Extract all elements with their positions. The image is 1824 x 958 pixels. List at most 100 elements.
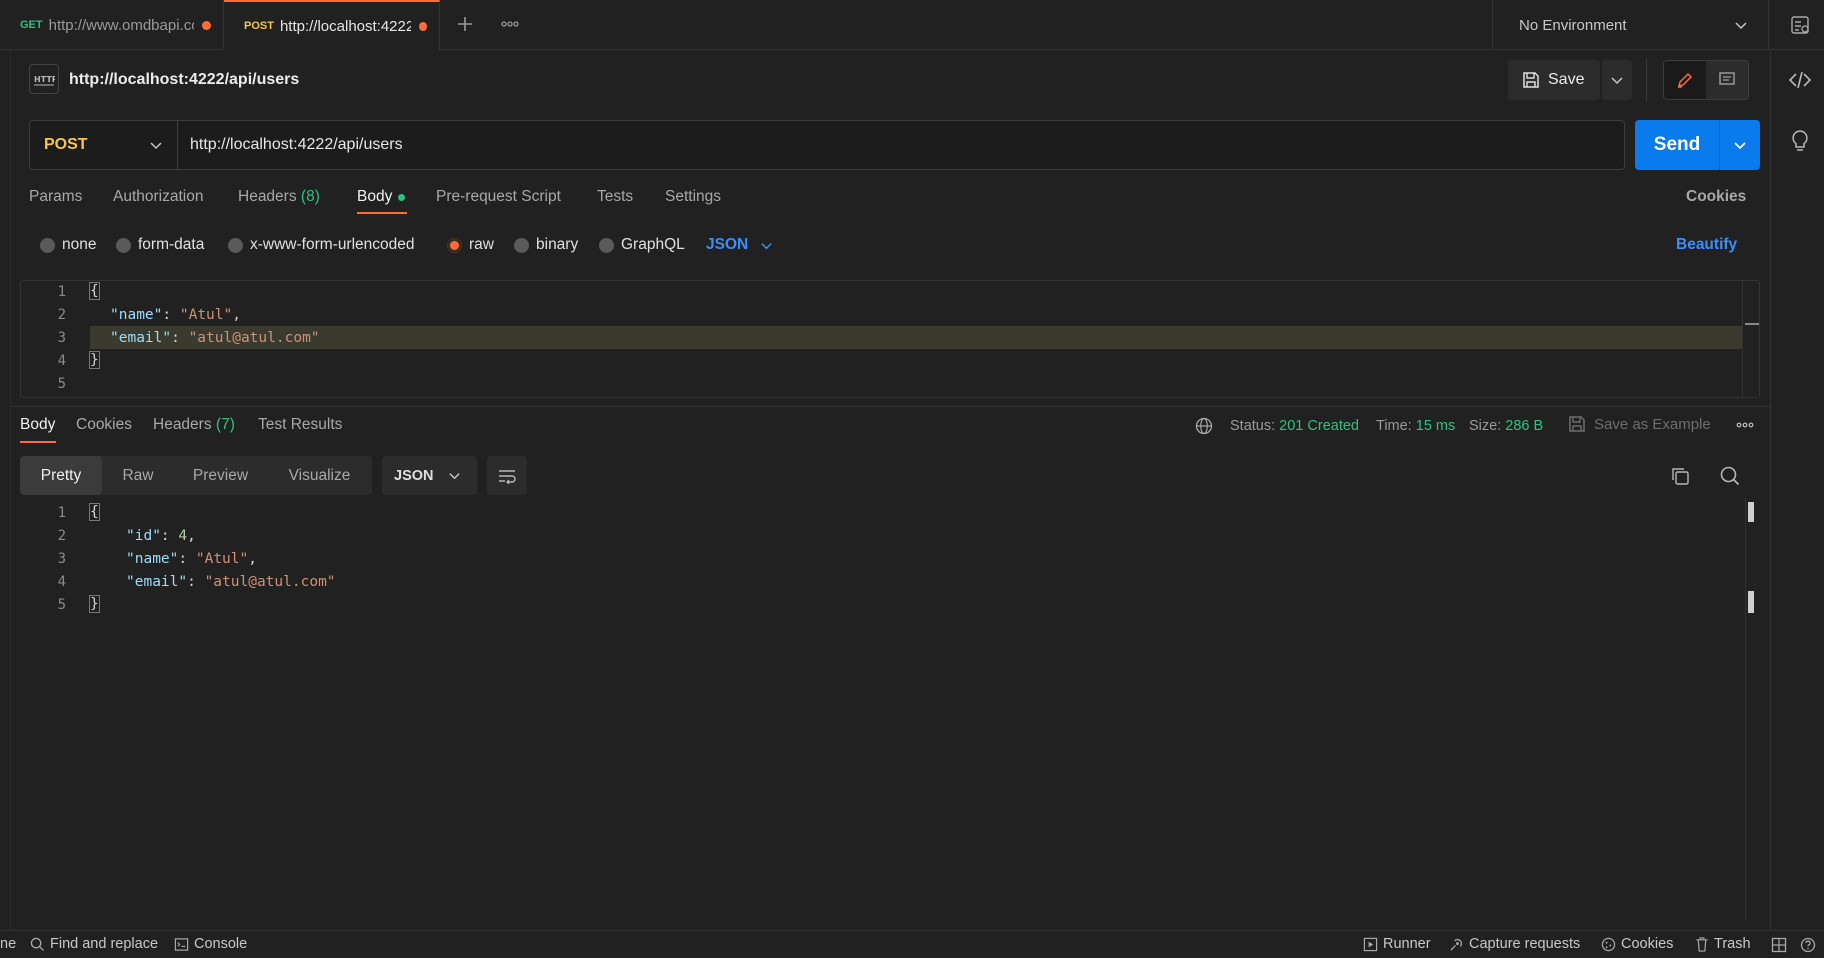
code-brace: } — [89, 351, 100, 369]
line-number: 2 — [57, 307, 66, 323]
search-icon — [30, 937, 45, 951]
scrollbar-marker[interactable] — [1748, 591, 1754, 613]
send-button[interactable]: Send — [1635, 120, 1719, 170]
runner-label: Runner — [1383, 936, 1431, 952]
tab-body[interactable]: Body — [357, 188, 406, 206]
beautify-link[interactable]: Beautify — [1676, 236, 1737, 254]
tab-params[interactable]: Params — [29, 188, 82, 206]
response-size: Size: 286 B — [1469, 418, 1543, 434]
tab-url: http://www.omdbapi.co — [48, 16, 195, 34]
url-input[interactable]: http://localhost:4222/api/users — [190, 136, 403, 154]
cookies-link[interactable]: Cookies — [1686, 188, 1746, 206]
tab-headers-label: Headers — [238, 188, 297, 205]
send-options-chevron-icon[interactable] — [1720, 120, 1760, 170]
unsaved-dot — [418, 21, 427, 31]
find-replace-label: Find and replace — [50, 936, 159, 952]
status-value[interactable]: 201 Created — [1279, 418, 1359, 434]
request-tab-get[interactable]: GET http://www.omdbapi.co — [0, 0, 224, 50]
minimap-cursor — [1745, 323, 1759, 325]
layout-toggle-icon[interactable] — [1771, 937, 1787, 953]
active-line-highlight — [90, 326, 1742, 349]
response-tab-test-results[interactable]: Test Results — [258, 416, 342, 434]
method-select[interactable]: POST — [30, 121, 178, 169]
find-replace-button[interactable]: Find and replace — [30, 936, 158, 952]
right-sidebar-divider — [1770, 50, 1771, 930]
radio-raw[interactable]: raw — [447, 236, 494, 254]
chevron-down-icon — [448, 469, 461, 482]
radio-label: binary — [536, 236, 579, 253]
environment-quick-look-icon[interactable] — [1789, 14, 1811, 36]
environment-selector[interactable]: No Environment — [1492, 0, 1769, 50]
radio-none[interactable]: none — [40, 236, 96, 254]
more-options-icon[interactable] — [1735, 418, 1755, 432]
globe-icon[interactable] — [1195, 417, 1213, 435]
save-options-button[interactable] — [1602, 60, 1632, 100]
view-preview[interactable]: Preview — [178, 456, 263, 495]
left-edge — [10, 50, 11, 930]
request-tab-post[interactable]: POST http://localhost:4222/ — [224, 0, 440, 50]
radio-graphql[interactable]: GraphQL — [599, 236, 685, 254]
edit-pencil-icon[interactable] — [1664, 61, 1706, 99]
console-button[interactable]: Console — [174, 936, 247, 952]
line-number: 3 — [57, 551, 66, 567]
line-number: 3 — [57, 330, 66, 346]
code-line: "email": "atul@atul.com" — [110, 330, 320, 346]
response-tab-cookies[interactable]: Cookies — [76, 416, 132, 434]
capture-requests-button[interactable]: Capture requests — [1449, 936, 1580, 952]
lightbulb-icon[interactable] — [1789, 128, 1811, 152]
view-raw[interactable]: Raw — [102, 456, 174, 495]
runner-button[interactable]: Runner — [1363, 936, 1431, 952]
request-title[interactable]: http://localhost:4222/api/users — [69, 71, 299, 89]
code-snippet-icon[interactable] — [1788, 68, 1812, 92]
copy-icon[interactable] — [1670, 466, 1690, 486]
time-value[interactable]: 15 ms — [1416, 418, 1456, 434]
status-label: Status: — [1230, 418, 1276, 434]
console-icon — [174, 937, 189, 951]
tab-pre-request-script[interactable]: Pre-request Script — [436, 188, 561, 206]
active-tab-underline — [357, 212, 407, 214]
trash-button[interactable]: Trash — [1695, 936, 1751, 952]
response-headers-count: (7) — [215, 416, 235, 433]
response-headers-label: Headers — [153, 416, 212, 433]
radio-label: raw — [469, 236, 494, 253]
tab-body-label: Body — [357, 188, 393, 205]
raw-format-select[interactable]: JSON — [706, 236, 773, 254]
raw-format-label: JSON — [706, 236, 749, 253]
response-status: Status: 201 Created — [1230, 418, 1359, 434]
tab-settings[interactable]: Settings — [665, 188, 721, 206]
line-number: 5 — [57, 376, 66, 392]
comment-icon[interactable] — [1706, 61, 1748, 99]
trash-label: Trash — [1714, 936, 1751, 952]
view-visualize[interactable]: Visualize — [272, 456, 367, 495]
tab-tests[interactable]: Tests — [597, 188, 633, 206]
code-brace: } — [89, 595, 100, 613]
tab-authorization[interactable]: Authorization — [113, 188, 203, 206]
save-as-example-button[interactable]: Save as Example — [1568, 415, 1711, 433]
save-button[interactable]: Save — [1508, 60, 1600, 100]
help-icon[interactable] — [1800, 937, 1816, 953]
radio-binary[interactable]: binary — [514, 236, 578, 254]
search-icon[interactable] — [1719, 465, 1741, 487]
response-tab-body[interactable]: Body — [20, 416, 55, 434]
editor-minimap-divider — [1742, 281, 1743, 397]
save-icon — [1522, 71, 1540, 89]
scrollbar-marker[interactable] — [1748, 502, 1754, 522]
method-value: POST — [44, 136, 88, 153]
size-value[interactable]: 286 B — [1505, 418, 1543, 434]
response-tab-headers[interactable]: Headers (7) — [153, 416, 235, 434]
response-format-select[interactable]: JSON — [382, 456, 477, 495]
cookies-button[interactable]: Cookies — [1601, 936, 1673, 952]
trash-icon — [1696, 936, 1708, 952]
capture-label: Capture requests — [1469, 936, 1581, 952]
more-tabs-icon[interactable] — [500, 15, 520, 33]
wrap-lines-icon[interactable] — [487, 456, 527, 495]
radio-urlencoded[interactable]: x-www-form-urlencoded — [228, 236, 415, 254]
chevron-down-icon — [1734, 18, 1748, 32]
headers-count: (8) — [300, 188, 320, 205]
divider — [1646, 58, 1647, 102]
radio-form-data[interactable]: form-data — [116, 236, 204, 254]
line-number: 1 — [57, 505, 66, 521]
new-tab-plus-icon[interactable] — [455, 14, 475, 34]
tab-headers[interactable]: Headers (8) — [238, 188, 320, 206]
view-pretty[interactable]: Pretty — [20, 456, 102, 495]
